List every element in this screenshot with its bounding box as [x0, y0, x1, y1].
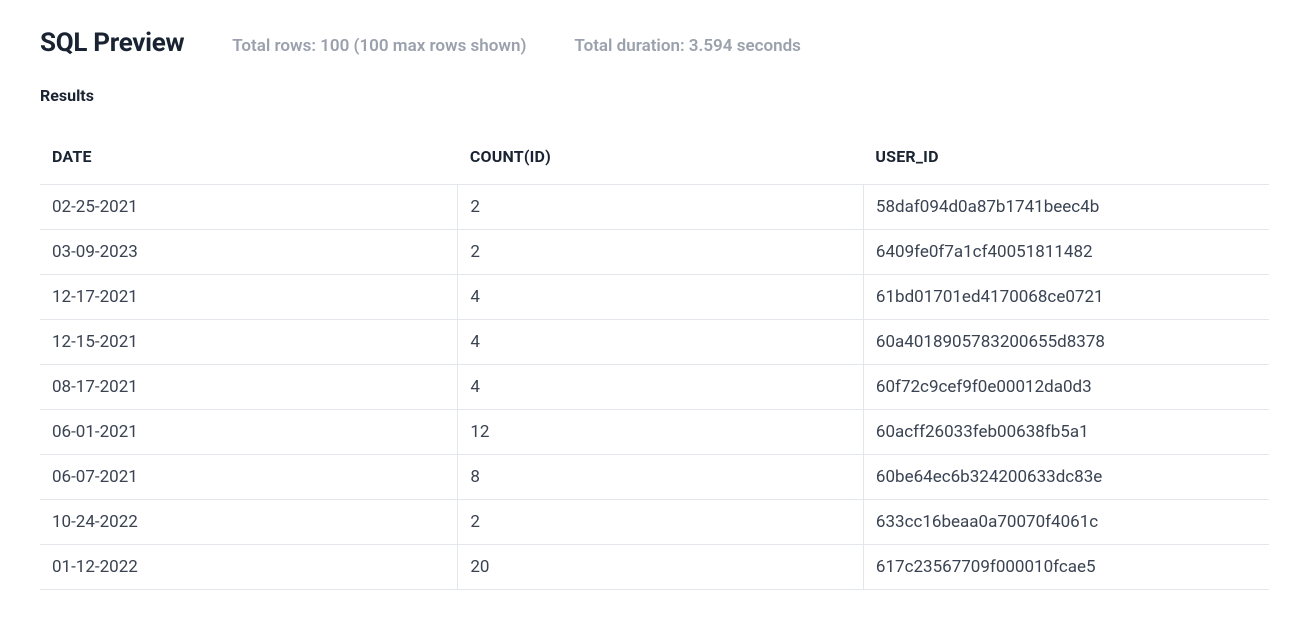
table-row: 06-01-20211260acff26033feb00638fb5a1	[40, 410, 1269, 455]
cell-user-id: 60acff26033feb00638fb5a1	[863, 410, 1269, 455]
header-row: SQL Preview Total rows: 100 (100 max row…	[40, 28, 1269, 58]
cell-user-id: 60f72c9cef9f0e00012da0d3	[863, 365, 1269, 410]
cell-count: 8	[458, 455, 864, 500]
table-row: 01-12-202220617c23567709f000010fcae5	[40, 545, 1269, 590]
cell-date: 08-17-2021	[40, 365, 458, 410]
cell-count: 2	[458, 500, 864, 545]
cell-user-id: 60be64ec6b324200633dc83e	[863, 455, 1269, 500]
page-title: SQL Preview	[40, 28, 184, 58]
table-row: 08-17-2021460f72c9cef9f0e00012da0d3	[40, 365, 1269, 410]
cell-date: 10-24-2022	[40, 500, 458, 545]
table-row: 06-07-2021860be64ec6b324200633dc83e	[40, 455, 1269, 500]
table-row: 10-24-20222633cc16beaa0a70070f4061c	[40, 500, 1269, 545]
cell-user-id: 617c23567709f000010fcae5	[863, 545, 1269, 590]
cell-count: 4	[458, 275, 864, 320]
total-duration-stat: Total duration: 3.594 seconds	[574, 36, 800, 56]
results-label: Results	[40, 86, 1269, 105]
cell-user-id: 60a4018905783200655d8378	[863, 320, 1269, 365]
cell-date: 12-17-2021	[40, 275, 458, 320]
column-header-date[interactable]: DATE	[40, 129, 458, 185]
cell-date: 06-07-2021	[40, 455, 458, 500]
table-row: 02-25-2021258daf094d0a87b1741beec4b	[40, 185, 1269, 230]
cell-date: 12-15-2021	[40, 320, 458, 365]
table-header-row: DATE COUNT(ID) USER_ID	[40, 129, 1269, 185]
cell-count: 4	[458, 365, 864, 410]
total-rows-stat: Total rows: 100 (100 max rows shown)	[232, 36, 526, 56]
table-row: 12-17-2021461bd01701ed4170068ce0721	[40, 275, 1269, 320]
cell-date: 01-12-2022	[40, 545, 458, 590]
cell-date: 02-25-2021	[40, 185, 458, 230]
cell-user-id: 61bd01701ed4170068ce0721	[863, 275, 1269, 320]
cell-user-id: 633cc16beaa0a70070f4061c	[863, 500, 1269, 545]
table-row: 12-15-2021460a4018905783200655d8378	[40, 320, 1269, 365]
cell-count: 2	[458, 185, 864, 230]
cell-user-id: 58daf094d0a87b1741beec4b	[863, 185, 1269, 230]
cell-count: 4	[458, 320, 864, 365]
cell-user-id: 6409fe0f7a1cf40051811482	[863, 230, 1269, 275]
cell-date: 06-01-2021	[40, 410, 458, 455]
column-header-user-id[interactable]: USER_ID	[863, 129, 1269, 185]
cell-count: 2	[458, 230, 864, 275]
results-table: DATE COUNT(ID) USER_ID 02-25-2021258daf0…	[40, 129, 1269, 590]
table-row: 03-09-202326409fe0f7a1cf40051811482	[40, 230, 1269, 275]
cell-date: 03-09-2023	[40, 230, 458, 275]
cell-count: 20	[458, 545, 864, 590]
cell-count: 12	[458, 410, 864, 455]
column-header-count[interactable]: COUNT(ID)	[458, 129, 864, 185]
